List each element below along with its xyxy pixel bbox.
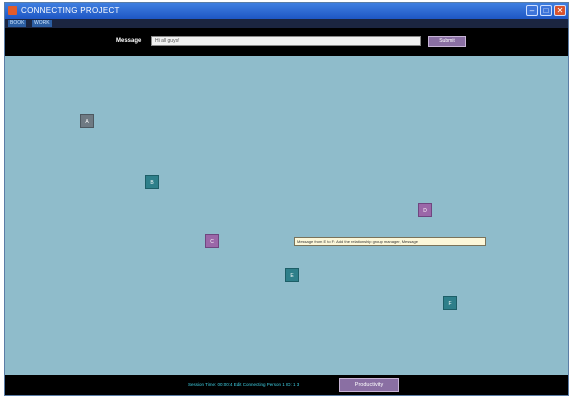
node-a[interactable]: A — [80, 114, 94, 128]
node-e[interactable]: E — [285, 268, 299, 282]
minimize-icon[interactable]: – — [526, 5, 538, 16]
title-bar[interactable]: CONNECTING PROJECT – □ ✕ — [5, 3, 568, 19]
menu-item-book[interactable]: BOOK — [8, 20, 27, 27]
node-f[interactable]: F — [443, 296, 457, 310]
message-toolbar: Message Submit — [5, 28, 568, 56]
status-bar: Session Time: 00:00:4 Edit Connecting Pe… — [5, 375, 568, 395]
message-tooltip: Message from E to F: Add the relationshi… — [294, 237, 486, 246]
app-window: CONNECTING PROJECT – □ ✕ BOOK WORK Messa… — [4, 2, 569, 396]
node-c[interactable]: C — [205, 234, 219, 248]
app-icon — [8, 6, 17, 15]
status-text: Session Time: 00:00:4 Edit Connecting Pe… — [188, 382, 300, 387]
menu-bar: BOOK WORK — [5, 19, 568, 28]
submit-button[interactable]: Submit — [428, 36, 466, 47]
message-label: Message — [116, 38, 142, 44]
canvas-area[interactable]: A B C D E F — [5, 56, 568, 375]
close-icon[interactable]: ✕ — [554, 5, 566, 16]
node-b[interactable]: B — [145, 175, 159, 189]
node-d[interactable]: D — [418, 203, 432, 217]
window-title: CONNECTING PROJECT — [21, 6, 120, 15]
message-input[interactable] — [151, 36, 421, 46]
menu-item-work[interactable]: WORK — [32, 20, 52, 27]
maximize-icon[interactable]: □ — [540, 5, 552, 16]
productivity-button[interactable]: Productivity — [339, 378, 399, 392]
